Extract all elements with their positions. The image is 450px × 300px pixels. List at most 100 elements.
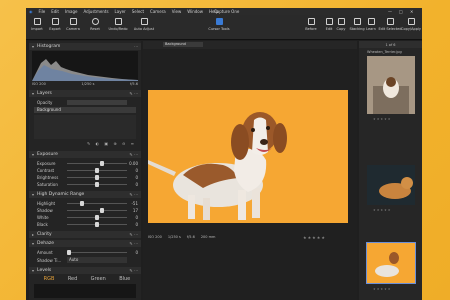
tool-menu-icon[interactable]: ✎ ⋯ (129, 241, 138, 246)
thumbnail-3-selected[interactable] (366, 242, 416, 284)
thumbnail-3-image (367, 243, 415, 283)
opacity-slider[interactable] (67, 100, 127, 105)
app-logo-icon: ◉ (29, 9, 33, 14)
thumbnail-1-stars[interactable]: ★★★★★ (373, 117, 391, 121)
auto-adjust-button[interactable]: Auto Adjust (132, 18, 156, 31)
chevron-down-icon: ▾ (32, 268, 35, 273)
reset-icon (91, 18, 99, 25)
black-knob[interactable] (95, 222, 99, 227)
learn-icon (367, 18, 375, 25)
dehaze-header[interactable]: ▾ Dehaze ✎ ⋯ (29, 240, 141, 247)
thumbnail-2-stars[interactable]: ★★★★★ (373, 208, 391, 212)
camera-icon (69, 18, 77, 25)
layer-tools[interactable]: ✎ ◐ ▣ ⊕ ⊖ ≡ (87, 141, 136, 146)
title-bar: ◉ File Edit Image Adjustments Layer Sele… (26, 8, 422, 15)
menu-select[interactable]: Select (132, 9, 144, 14)
browser-header: 1 of 6 (359, 41, 422, 48)
levels-tab-red[interactable]: Red (68, 276, 78, 282)
black-row: Black 0 (37, 222, 138, 227)
minimize-button[interactable]: — (388, 9, 392, 14)
opacity-row: Opacity (29, 99, 141, 106)
histogram (32, 51, 138, 81)
camera-button[interactable]: Camera (64, 18, 82, 31)
menu-view[interactable]: View (172, 9, 182, 14)
close-button[interactable]: ✕ (410, 9, 413, 14)
exposure-knob[interactable] (100, 161, 104, 166)
tool-menu-icon[interactable]: ✎ ⋯ (129, 232, 138, 237)
dog-photo (148, 90, 348, 223)
thumbnail-1[interactable] (367, 56, 415, 114)
highlight-knob[interactable] (80, 201, 84, 206)
maximize-button[interactable]: □ (399, 9, 403, 14)
levels-tab-blue[interactable]: Blue (119, 276, 130, 282)
thumb-filename: Wheaten_Terrier.jpg (367, 50, 402, 54)
undo-redo-button[interactable]: Undo/Redo (106, 18, 130, 31)
brightness-row: Brightness 0 (37, 175, 138, 180)
thumbnail-3-stars[interactable]: ★★★★★ (373, 287, 391, 291)
saturation-knob[interactable] (95, 182, 99, 187)
shadow-row: Shadow 17 (37, 208, 138, 213)
highlight-slider[interactable] (67, 203, 127, 204)
menu-layer[interactable]: Layer (115, 9, 126, 14)
chevron-down-icon: ▾ (32, 152, 35, 157)
hdr-header[interactable]: ▾ High Dynamic Range ✎ ⋯ (29, 191, 141, 198)
dehaze-amount-knob[interactable] (67, 250, 71, 255)
copy-apply-icon (407, 18, 415, 25)
thumbnail-1-image (367, 56, 415, 114)
export-icon (51, 18, 59, 25)
rating-stars[interactable]: ★★★★★ (303, 235, 326, 240)
tool-menu-icon[interactable]: ✎ ⋯ (129, 91, 138, 96)
layer-dropdown[interactable]: Background (163, 42, 203, 47)
chevron-right-icon: ▸ (32, 232, 35, 237)
main-toolbar: Import Export Camera Reset Undo/Redo Aut… (26, 15, 422, 40)
cursor-tools-group[interactable]: Cursor Tools (206, 18, 232, 31)
menu-image[interactable]: Image (65, 9, 78, 14)
edit-selected-button[interactable]: Edit Selected (378, 18, 402, 31)
cursor-icon (215, 18, 223, 25)
window-title: Capture One (214, 9, 240, 14)
shadow-knob[interactable] (100, 208, 104, 213)
layer-background[interactable]: Background (34, 107, 136, 113)
menu-camera[interactable]: Camera (150, 9, 166, 14)
levels-tabs: RGB Red Green Blue (37, 276, 137, 282)
exposure-header[interactable]: ▾ Exposure ✎ ⋯ (29, 151, 141, 158)
before-button[interactable]: Before (302, 18, 320, 31)
edit-selected-icon (386, 18, 394, 25)
dehaze-amount-slider[interactable] (67, 252, 127, 253)
tool-menu-icon[interactable]: ✎ ⋯ (129, 268, 138, 273)
dehaze-shadow-select[interactable]: Auto (67, 257, 127, 263)
exposure-slider[interactable] (67, 163, 127, 164)
highlight-row: Highlight -51 (37, 201, 138, 206)
reset-button[interactable]: Reset (86, 18, 104, 31)
histogram-header[interactable]: ▾ Histogram ⋯ (29, 43, 141, 50)
viewer: Background ISO 200 1/250 s f/5.6 200 mm … (143, 41, 357, 300)
layers-header[interactable]: ▾ Layers ✎ ⋯ (29, 90, 141, 97)
thumbnail-2[interactable] (367, 165, 415, 205)
white-knob[interactable] (95, 215, 99, 220)
dehaze-shadow-row: Shadow Ti... Auto (29, 257, 141, 264)
tool-menu-icon[interactable]: ⋯ (134, 44, 138, 49)
copy-apply-button[interactable]: Copy/Apply (400, 18, 422, 31)
export-button[interactable]: Export (46, 18, 64, 31)
menu-window[interactable]: Window (187, 9, 203, 14)
menu-edit[interactable]: Edit (51, 9, 59, 14)
dehaze-amount-row: Amount 0 (37, 250, 138, 255)
histogram-meta: ISO 200 1/250 s f/5.6 (32, 82, 138, 86)
levels-header[interactable]: ▾ Levels ✎ ⋯ (29, 267, 141, 274)
browser-panel: 1 of 6 Wheaten_Terrier.jpg ★★★★★ ★★★★★ ★… (359, 41, 422, 300)
menu-adjustments[interactable]: Adjustments (83, 9, 108, 14)
brightness-knob[interactable] (95, 175, 99, 180)
clarity-header[interactable]: ▸ Clarity ✎ ⋯ (29, 231, 141, 238)
menu-file[interactable]: File (39, 9, 46, 14)
saturation-row: Saturation 0 (37, 182, 138, 187)
tool-menu-icon[interactable]: ✎ ⋯ (129, 152, 138, 157)
levels-tab-rgb[interactable]: RGB (44, 276, 55, 282)
shadow-slider[interactable] (67, 210, 127, 211)
main-photo[interactable] (148, 90, 348, 223)
import-button[interactable]: Import (28, 18, 46, 31)
chevron-down-icon: ▾ (32, 241, 35, 246)
contrast-knob[interactable] (95, 168, 99, 173)
undo-icon (114, 18, 122, 25)
levels-tab-green[interactable]: Green (91, 276, 106, 282)
tool-menu-icon[interactable]: ✎ ⋯ (129, 192, 138, 197)
